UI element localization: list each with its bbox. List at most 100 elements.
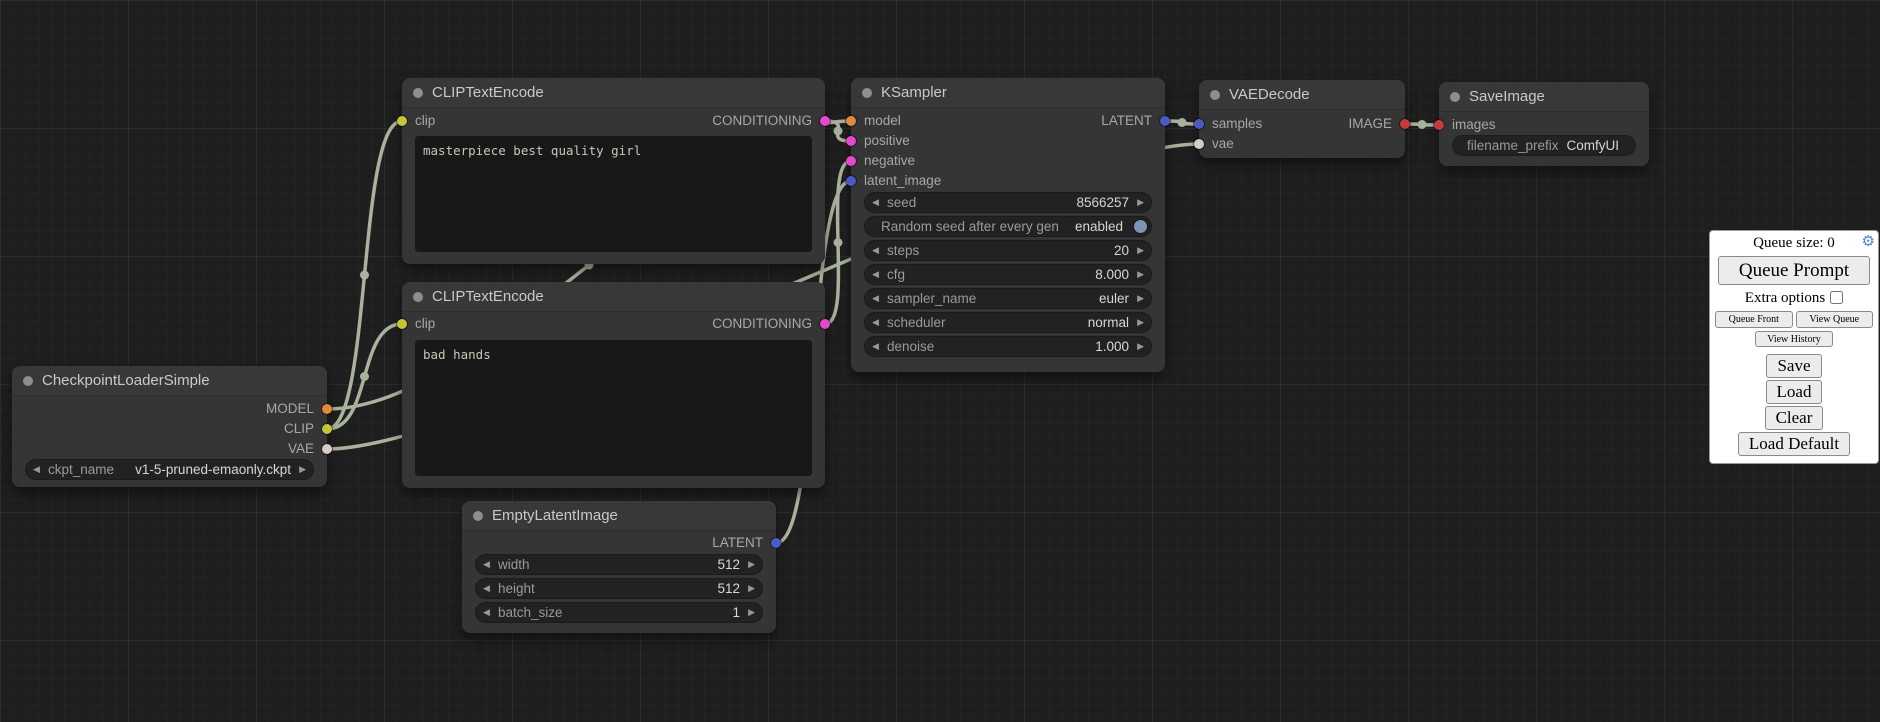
node-checkpoint-loader[interactable]: CheckpointLoaderSimple MODEL CLIP VAE ◀ … xyxy=(12,366,327,487)
increment-arrow-icon[interactable]: ▶ xyxy=(748,603,755,622)
queue-prompt-button[interactable]: Queue Prompt xyxy=(1718,256,1870,285)
widget-label: seed xyxy=(887,193,916,212)
widget-denoise[interactable]: ◀ denoise 1.000 ▶ xyxy=(864,336,1152,357)
node-title-bar[interactable]: EmptyLatentImage xyxy=(462,501,776,531)
widget-value: 8566257 xyxy=(1076,193,1129,212)
link-midpoint-dot xyxy=(360,271,369,280)
collapse-dot-icon[interactable] xyxy=(413,292,423,302)
increment-arrow-icon[interactable]: ▶ xyxy=(1137,337,1144,356)
node-vae-decode[interactable]: VAEDecode samples vae IMAGE xyxy=(1199,80,1405,158)
conditioning-port-icon[interactable] xyxy=(820,116,830,126)
widget-label: height xyxy=(498,579,535,598)
conditioning-port-icon[interactable] xyxy=(846,136,856,146)
slot-label: negative xyxy=(864,151,915,171)
input-slot-positive: positive xyxy=(851,131,1165,151)
widget-batch-size[interactable]: ◀ batch_size 1 ▶ xyxy=(475,602,763,623)
prev-arrow-icon[interactable]: ◀ xyxy=(33,460,40,479)
latent-port-icon[interactable] xyxy=(1160,116,1170,126)
widget-label: Random seed after every gen xyxy=(881,217,1059,236)
node-clip-text-encode-negative[interactable]: CLIPTextEncode clip CONDITIONING bad han… xyxy=(402,282,825,488)
clear-button[interactable]: Clear xyxy=(1765,406,1824,430)
clip-port-icon[interactable] xyxy=(322,424,332,434)
link-clip-to-positive-encode xyxy=(327,121,402,429)
latent-port-icon[interactable] xyxy=(771,538,781,548)
node-title: CheckpointLoaderSimple xyxy=(42,366,210,396)
prompt-textarea[interactable]: masterpiece best quality girl xyxy=(415,136,812,252)
decrement-arrow-icon[interactable]: ◀ xyxy=(872,193,879,212)
slot-label: LATENT xyxy=(712,533,763,553)
widget-steps[interactable]: ◀ steps 20 ▶ xyxy=(864,240,1152,261)
next-arrow-icon[interactable]: ▶ xyxy=(299,460,306,479)
node-clip-text-encode-positive[interactable]: CLIPTextEncode clip CONDITIONING masterp… xyxy=(402,78,825,264)
node-title-bar[interactable]: KSampler xyxy=(851,78,1165,108)
increment-arrow-icon[interactable]: ▶ xyxy=(748,579,755,598)
decrement-arrow-icon[interactable]: ◀ xyxy=(483,579,490,598)
queue-front-button[interactable]: Queue Front xyxy=(1715,311,1793,328)
toggle-dot-icon[interactable] xyxy=(1134,220,1147,233)
increment-arrow-icon[interactable]: ▶ xyxy=(1137,193,1144,212)
widget-cfg[interactable]: ◀ cfg 8.000 ▶ xyxy=(864,264,1152,285)
collapse-dot-icon[interactable] xyxy=(23,376,33,386)
node-title-bar[interactable]: CheckpointLoaderSimple xyxy=(12,366,327,396)
prev-arrow-icon[interactable]: ◀ xyxy=(872,289,879,308)
node-ksampler[interactable]: KSampler model positive negative latent_… xyxy=(851,78,1165,372)
widget-value: 8.000 xyxy=(1095,265,1129,284)
widget-height[interactable]: ◀ height 512 ▶ xyxy=(475,578,763,599)
widget-scheduler[interactable]: ◀ scheduler normal ▶ xyxy=(864,312,1152,333)
load-default-button[interactable]: Load Default xyxy=(1738,432,1850,456)
slot-label: latent_image xyxy=(864,171,941,191)
node-save-image[interactable]: SaveImage images filename_prefix ComfyUI xyxy=(1439,82,1649,166)
collapse-dot-icon[interactable] xyxy=(1210,90,1220,100)
node-title-bar[interactable]: VAEDecode xyxy=(1199,80,1405,110)
decrement-arrow-icon[interactable]: ◀ xyxy=(872,241,879,260)
node-title: SaveImage xyxy=(1469,82,1545,112)
settings-gear-icon[interactable]: ⚙ xyxy=(1862,235,1875,250)
node-title-bar[interactable]: CLIPTextEncode xyxy=(402,78,825,108)
decrement-arrow-icon[interactable]: ◀ xyxy=(872,265,879,284)
save-button[interactable]: Save xyxy=(1766,354,1821,378)
decrement-arrow-icon[interactable]: ◀ xyxy=(483,555,490,574)
vae-port-icon[interactable] xyxy=(1194,139,1204,149)
node-empty-latent-image[interactable]: EmptyLatentImage LATENT ◀ width 512 ▶ ◀ … xyxy=(462,501,776,633)
node-title-bar[interactable]: SaveImage xyxy=(1439,82,1649,112)
widget-width[interactable]: ◀ width 512 ▶ xyxy=(475,554,763,575)
next-arrow-icon[interactable]: ▶ xyxy=(1137,289,1144,308)
view-queue-button[interactable]: View Queue xyxy=(1796,311,1874,328)
load-button[interactable]: Load xyxy=(1766,380,1823,404)
widget-sampler-name[interactable]: ◀ sampler_name euler ▶ xyxy=(864,288,1152,309)
link-midpoint-dot xyxy=(1418,120,1427,129)
image-port-icon[interactable] xyxy=(1400,119,1410,129)
model-port-icon[interactable] xyxy=(322,404,332,414)
extra-options-checkbox[interactable] xyxy=(1830,291,1843,304)
view-history-button[interactable]: View History xyxy=(1755,331,1833,347)
queue-buttons-row: Queue Front View Queue xyxy=(1714,311,1874,328)
node-title-bar[interactable]: CLIPTextEncode xyxy=(402,282,825,312)
conditioning-port-icon[interactable] xyxy=(846,156,856,166)
latent-port-icon[interactable] xyxy=(846,176,856,186)
prev-arrow-icon[interactable]: ◀ xyxy=(872,313,879,332)
widget-ckpt-name[interactable]: ◀ ckpt_name v1-5-pruned-emaonly.ckpt ▶ xyxy=(25,459,314,480)
widget-filename-prefix[interactable]: filename_prefix ComfyUI xyxy=(1452,135,1636,156)
next-arrow-icon[interactable]: ▶ xyxy=(1137,313,1144,332)
collapse-dot-icon[interactable] xyxy=(473,511,483,521)
decrement-arrow-icon[interactable]: ◀ xyxy=(483,603,490,622)
prompt-textarea[interactable]: bad hands xyxy=(415,340,812,476)
increment-arrow-icon[interactable]: ▶ xyxy=(1137,241,1144,260)
decrement-arrow-icon[interactable]: ◀ xyxy=(872,337,879,356)
conditioning-port-icon[interactable] xyxy=(820,319,830,329)
widget-random-seed-toggle[interactable]: Random seed after every gen enabled xyxy=(864,216,1152,237)
collapse-dot-icon[interactable] xyxy=(413,88,423,98)
collapse-dot-icon[interactable] xyxy=(1450,92,1460,102)
widget-seed[interactable]: ◀ seed 8566257 ▶ xyxy=(864,192,1152,213)
image-port-icon[interactable] xyxy=(1434,120,1444,130)
widget-value: normal xyxy=(1088,313,1129,332)
collapse-dot-icon[interactable] xyxy=(862,88,872,98)
widget-value: v1-5-pruned-emaonly.ckpt xyxy=(135,460,291,479)
increment-arrow-icon[interactable]: ▶ xyxy=(1137,265,1144,284)
widget-label: steps xyxy=(887,241,919,260)
widget-value: ComfyUI xyxy=(1566,136,1619,155)
graph-canvas[interactable]: CheckpointLoaderSimple MODEL CLIP VAE ◀ … xyxy=(0,0,1880,722)
vae-port-icon[interactable] xyxy=(322,444,332,454)
node-title: EmptyLatentImage xyxy=(492,501,618,531)
increment-arrow-icon[interactable]: ▶ xyxy=(748,555,755,574)
